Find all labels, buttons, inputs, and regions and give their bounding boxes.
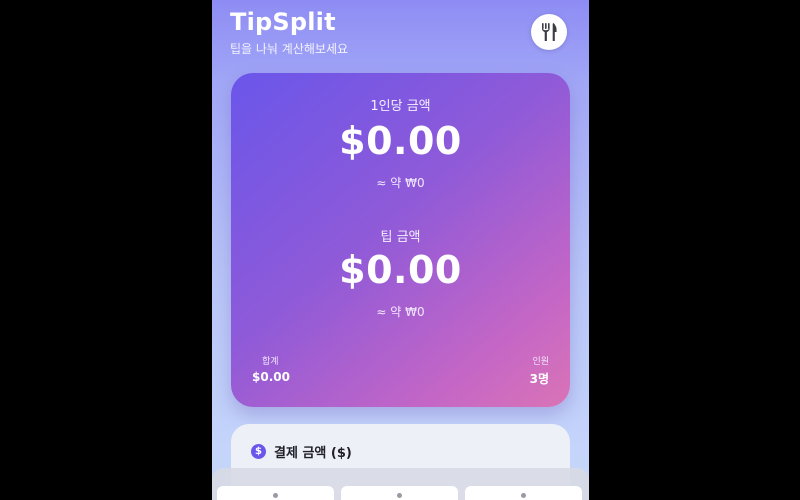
payment-title: 결제 금액 ($) xyxy=(274,446,352,461)
tip-amount: $0.00 xyxy=(339,248,462,292)
key-glyph-icon xyxy=(397,493,402,498)
total-label: 합계 xyxy=(262,357,279,367)
per-person-amount: $0.00 xyxy=(339,119,462,163)
app-title: TipSplit xyxy=(230,8,336,36)
app-subtitle: 팁을 나눠 계산해보세요 xyxy=(230,42,349,56)
keypad-key[interactable] xyxy=(465,486,582,500)
numeric-keypad xyxy=(212,468,589,500)
people-label: 인원 xyxy=(532,357,549,367)
total-value: $0.00 xyxy=(252,370,290,384)
utensils-icon xyxy=(542,23,557,41)
key-glyph-icon xyxy=(273,493,278,498)
dollar-icon: $ xyxy=(251,444,266,459)
tip-label: 팁 금액 xyxy=(380,230,421,245)
key-glyph-icon xyxy=(521,493,526,498)
result-card: 1인당 금액 $0.00 ≈ 약 ₩0 팁 금액 $0.00 ≈ 약 ₩0 합계… xyxy=(231,73,570,407)
keypad-key[interactable] xyxy=(341,486,458,500)
utensils-button[interactable] xyxy=(531,14,567,50)
per-person-label: 1인당 금액 xyxy=(370,99,431,114)
per-person-krw: ≈ 약 ₩0 xyxy=(376,176,425,190)
screen-frame: TipSplit 팁을 나눠 계산해보세요 1인당 금액 $0.00 ≈ 약 ₩… xyxy=(0,0,800,500)
tip-krw: ≈ 약 ₩0 xyxy=(376,305,425,319)
keypad-key[interactable] xyxy=(217,486,334,500)
people-value: 3명 xyxy=(529,372,549,386)
app-screen: TipSplit 팁을 나눠 계산해보세요 1인당 금액 $0.00 ≈ 약 ₩… xyxy=(212,0,589,500)
